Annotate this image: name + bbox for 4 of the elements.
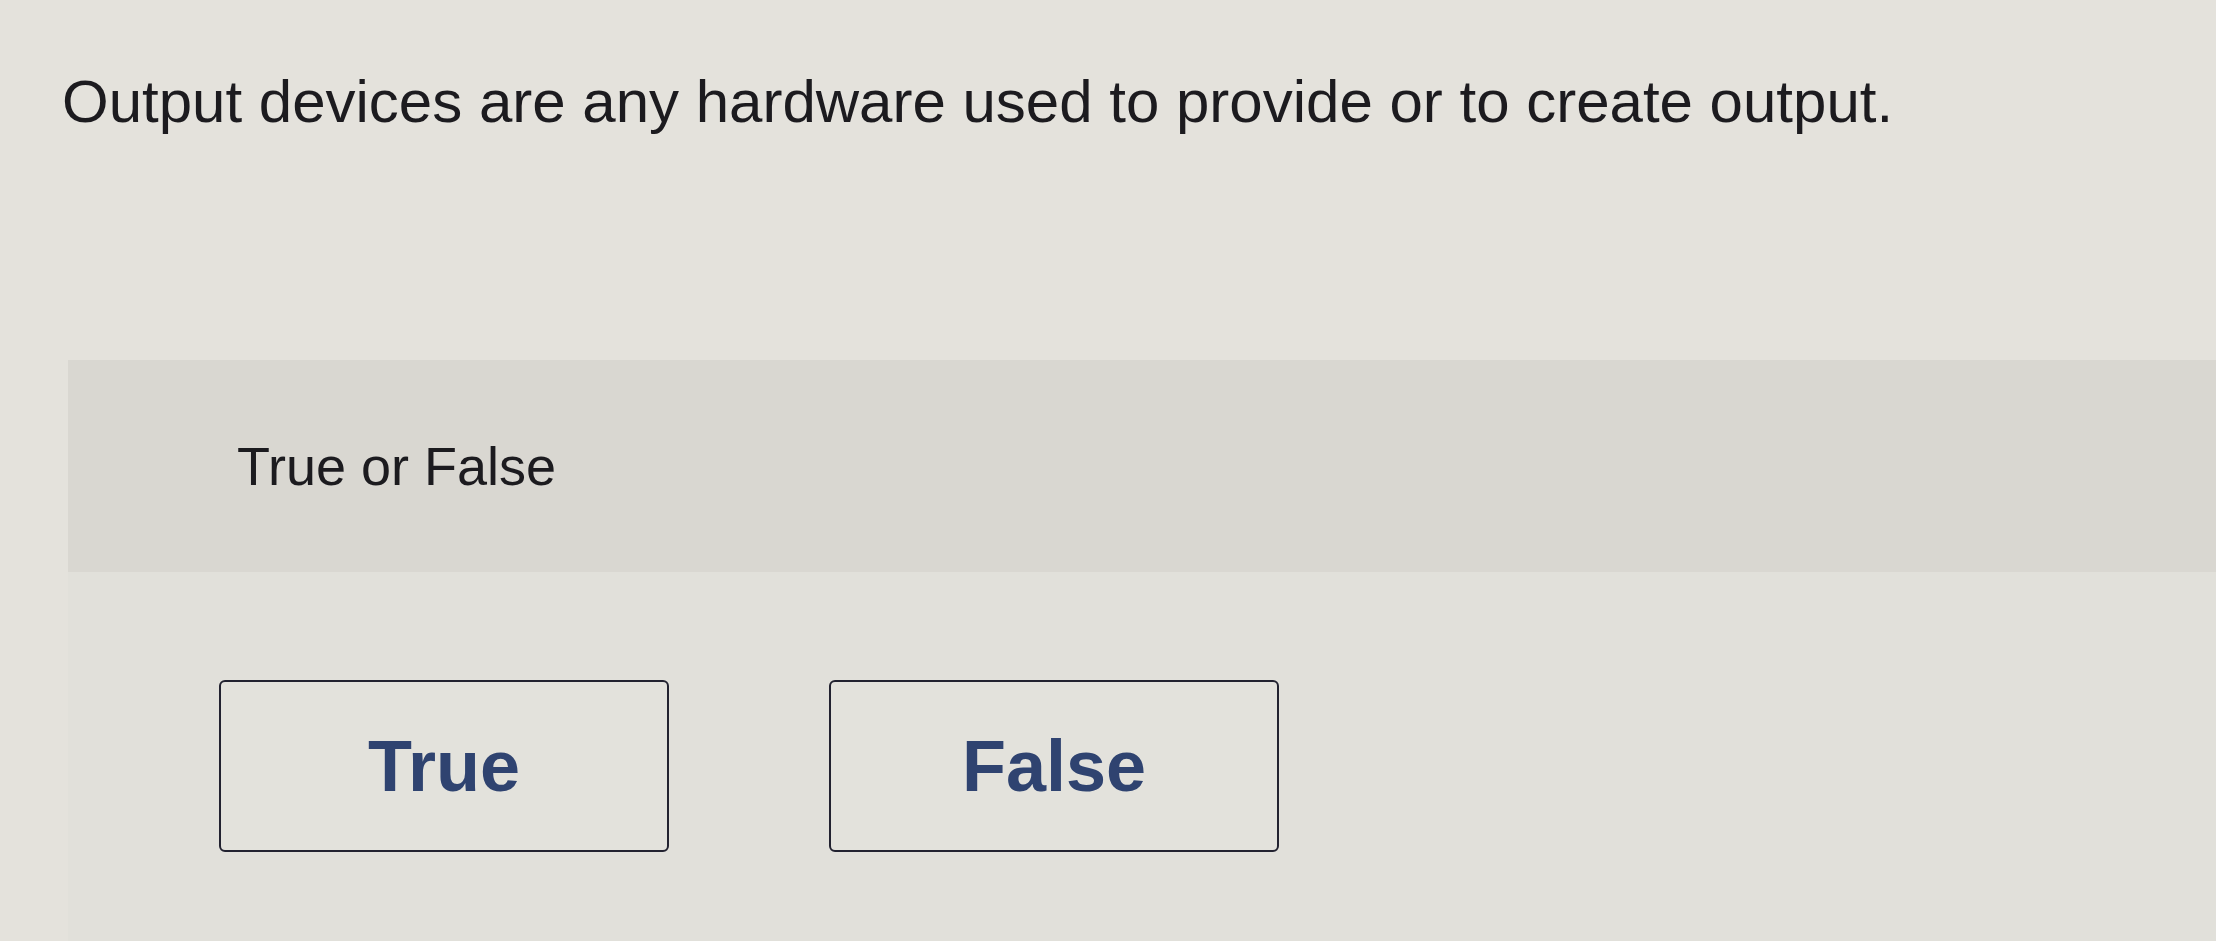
answer-choice[interactable]: True	[219, 680, 669, 852]
question-text: Output devices are any hardware used to provide or to create output.	[62, 67, 1894, 137]
answer-choice[interactable]: False	[829, 680, 1279, 852]
prompt-text: True or False	[237, 435, 557, 498]
